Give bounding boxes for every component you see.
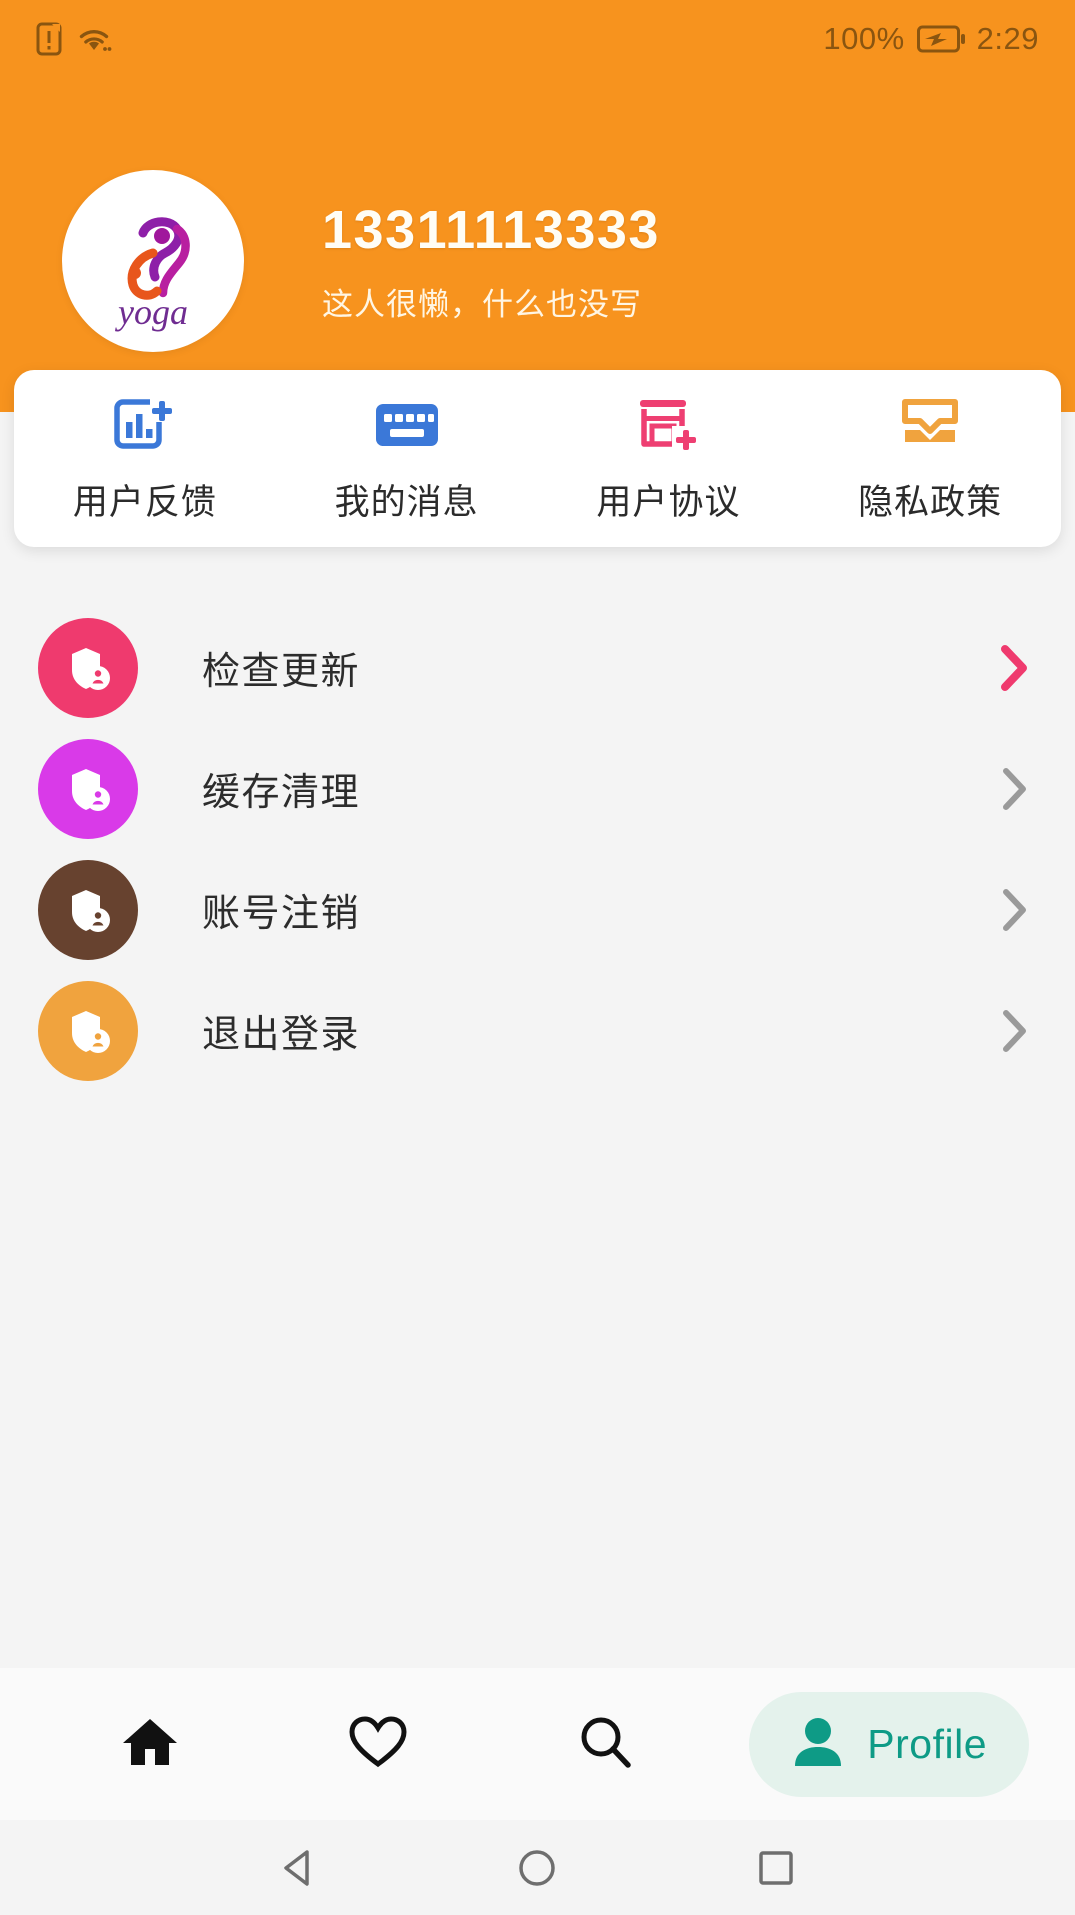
keyboard-icon (374, 396, 440, 454)
bottom-nav-profile[interactable]: Profile (749, 1691, 1030, 1797)
battery-charging-icon (916, 25, 965, 53)
menu-row-clear-cache[interactable]: 缓存清理 (0, 728, 1075, 849)
menu-row-label: 检查更新 (202, 651, 361, 693)
menu-row-badge (38, 617, 138, 718)
shield-user-icon (72, 647, 110, 690)
home-circle-icon[interactable] (514, 1845, 560, 1891)
status-bar: 100% 2:29 (0, 0, 1075, 78)
person-icon (791, 1714, 845, 1775)
bottom-navigation-bar: Profile (0, 1668, 1075, 1820)
chart-add-icon (114, 396, 176, 454)
bottom-nav-profile-label: Profile (867, 1720, 988, 1767)
profile-text-block: 13311113333 这人很懒，什么也没写 (322, 199, 660, 324)
menu-row-badge (38, 738, 138, 839)
signature-label: 这人很懒，什么也没写 (322, 286, 642, 322)
quick-action-privacy-policy[interactable]: 隐私政策 (799, 396, 1061, 525)
bottom-nav-search[interactable] (492, 1713, 720, 1776)
avatar[interactable]: yoga (62, 170, 244, 352)
quick-action-label: 隐私政策 (858, 483, 1003, 522)
shield-user-icon (72, 889, 110, 932)
yoga-logo-avatar-icon: yoga (115, 217, 190, 332)
back-triangle-icon[interactable] (276, 1845, 322, 1891)
android-system-nav (0, 1820, 1075, 1915)
wifi-icon (76, 24, 112, 54)
quick-action-card: 用户反馈 我的消息 用户协议 隐私政策 (14, 370, 1061, 547)
quick-action-label: 用户协议 (596, 483, 741, 522)
battery-percent-label: 100% (823, 21, 905, 56)
quick-action-label: 用户反馈 (72, 483, 217, 522)
menu-row-logout[interactable]: 退出登录 (0, 970, 1075, 1091)
quick-action-label: 我的消息 (334, 483, 479, 522)
app-screen: 100% 2:29 yoga 13311113333 这人很懒，什么也没写 用户… (0, 0, 1075, 1915)
bottom-nav-home[interactable] (36, 1713, 264, 1776)
menu-row-label: 缓存清理 (202, 772, 361, 814)
svg-text:yoga: yoga (115, 292, 188, 332)
username-label: 13311113333 (322, 199, 660, 260)
quick-action-user-feedback[interactable]: 用户反馈 (14, 396, 276, 525)
chevron-right-icon (997, 764, 1031, 814)
settings-menu-list: 检查更新 缓存清理 账号注销 退出登录 (0, 563, 1075, 1668)
shop-add-icon (636, 396, 701, 454)
bottom-nav-favorites[interactable] (264, 1714, 492, 1775)
menu-row-badge (38, 980, 138, 1081)
menu-row-label: 账号注销 (202, 893, 361, 935)
home-icon (119, 1713, 181, 1776)
chevron-right-icon (997, 1006, 1031, 1056)
search-icon (576, 1713, 634, 1776)
profile-header: yoga 13311113333 这人很懒，什么也没写 (0, 78, 1075, 412)
menu-row-label: 退出登录 (202, 1014, 361, 1056)
menu-row-badge (38, 859, 138, 960)
shield-user-icon (72, 1010, 110, 1053)
heart-icon (347, 1714, 409, 1775)
chevron-right-icon (997, 643, 1031, 693)
quick-action-user-agreement[interactable]: 用户协议 (538, 396, 800, 525)
status-bar-right: 100% 2:29 (823, 21, 1039, 57)
sim-alert-icon (36, 22, 62, 56)
recents-square-icon[interactable] (753, 1845, 799, 1891)
shield-user-icon (72, 768, 110, 811)
menu-row-check-update[interactable]: 检查更新 (0, 607, 1075, 728)
menu-row-delete-account[interactable]: 账号注销 (0, 849, 1075, 970)
clock-label: 2:29 (976, 21, 1039, 56)
chevron-right-icon (997, 885, 1031, 935)
status-bar-left (36, 22, 112, 56)
inbox-tray-icon (900, 396, 960, 454)
quick-action-my-messages[interactable]: 我的消息 (276, 396, 538, 525)
